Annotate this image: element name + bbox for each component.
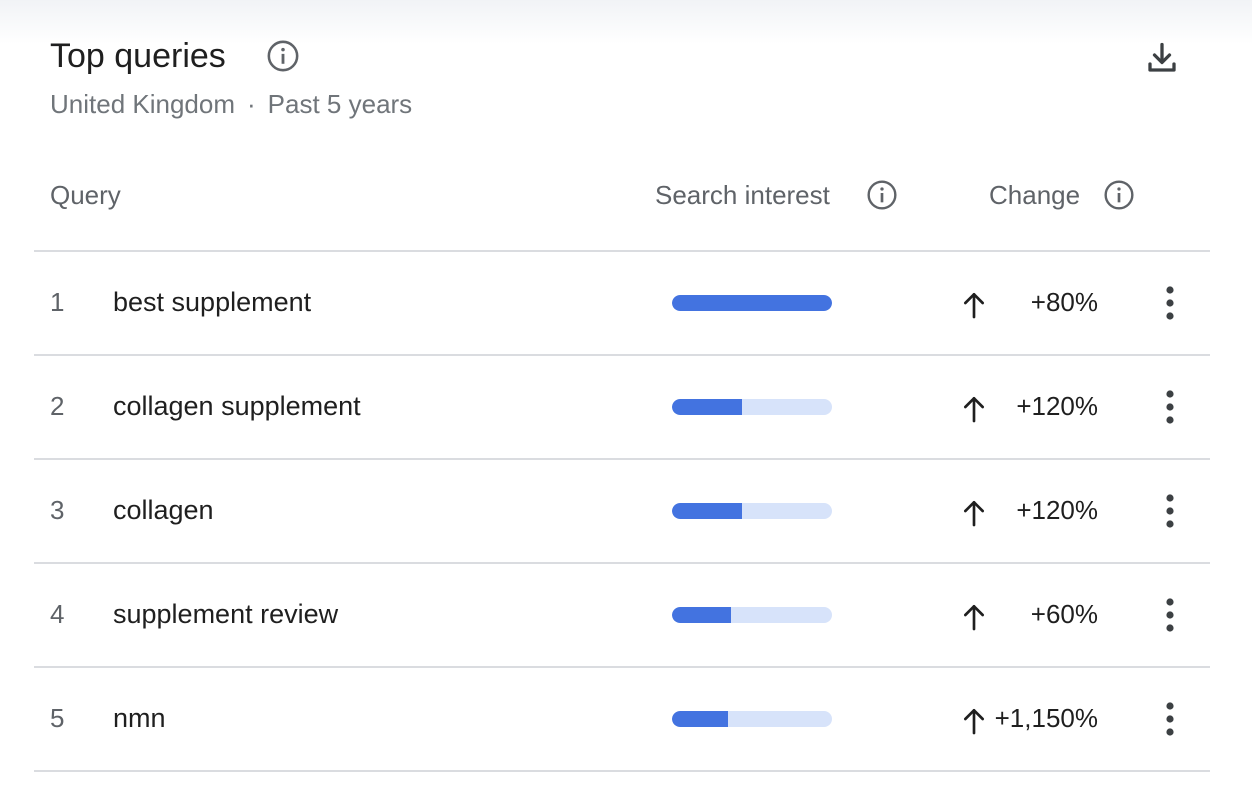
subtitle: United Kingdom · Past 5 years [50,87,412,121]
row-rank: 3 [50,495,65,525]
more-vert-icon [1166,390,1174,424]
change-info-icon[interactable] [1103,179,1135,211]
query-link[interactable]: best supplement [113,285,311,319]
row-rank: 2 [50,391,65,421]
top-queries-card: Top queries United Kingdom · Past 5 years … [0,0,1252,800]
change-value: +120% [1016,391,1098,421]
row-divider [34,770,1210,772]
query-link[interactable]: nmn [113,701,166,735]
more-options-button[interactable] [1152,385,1188,429]
column-header-query: Query [50,180,121,210]
row-rank: 4 [50,599,65,629]
period-label: Past 5 years [267,89,413,119]
table-row[interactable]: 4 supplement review +60% [34,563,1210,667]
search-interest-bar-fill [672,295,832,311]
row-rank: 5 [50,703,65,733]
search-interest-bar [672,503,832,519]
search-interest-bar-fill [672,399,743,415]
search-interest-bar-fill [672,607,732,623]
column-header-search-interest: Search interest [655,180,830,210]
change-value: +120% [1016,495,1098,525]
arrow-up-icon [964,397,984,423]
more-vert-icon [1166,286,1174,320]
search-interest-bar [672,399,832,415]
more-options-button[interactable] [1152,489,1188,533]
search-interest-info-icon[interactable] [866,179,898,211]
change-value: +1,150% [994,703,1098,733]
search-interest-bar-fill [672,711,728,727]
table-row[interactable]: 3 collagen +120% [34,459,1210,563]
query-link[interactable]: supplement review [113,597,338,631]
download-icon [1148,42,1176,72]
table-row[interactable]: 2 collagen supplement +120% [34,355,1210,459]
search-interest-bar [672,711,832,727]
search-interest-bar [672,295,832,311]
arrow-up-icon [964,293,984,319]
arrow-up-icon [964,501,984,527]
column-header-change: Change [989,180,1081,210]
card-title: Top queries [50,37,226,75]
change-value: +60% [1030,599,1098,629]
table-row[interactable]: 1 best supplement +80% [34,251,1210,355]
separator-dot: · [247,89,256,119]
more-options-button[interactable] [1152,593,1188,637]
arrow-up-icon [964,605,984,631]
change-value: +80% [1030,287,1098,317]
more-options-button[interactable] [1152,697,1188,741]
more-vert-icon [1166,494,1174,528]
table-row[interactable]: 5 nmn +1,150% [34,667,1210,771]
more-vert-icon [1166,702,1174,736]
search-interest-bar [672,607,832,623]
row-rank: 1 [50,287,65,317]
more-options-button[interactable] [1152,281,1188,325]
more-vert-icon [1166,598,1174,632]
arrow-up-icon [964,709,984,735]
location-label: United Kingdom [50,89,235,119]
download-button[interactable] [1136,32,1188,84]
query-link[interactable]: collagen supplement [113,389,361,423]
query-link[interactable]: collagen [113,493,214,527]
search-interest-bar-fill [672,503,743,519]
title-info-icon[interactable] [266,39,300,73]
